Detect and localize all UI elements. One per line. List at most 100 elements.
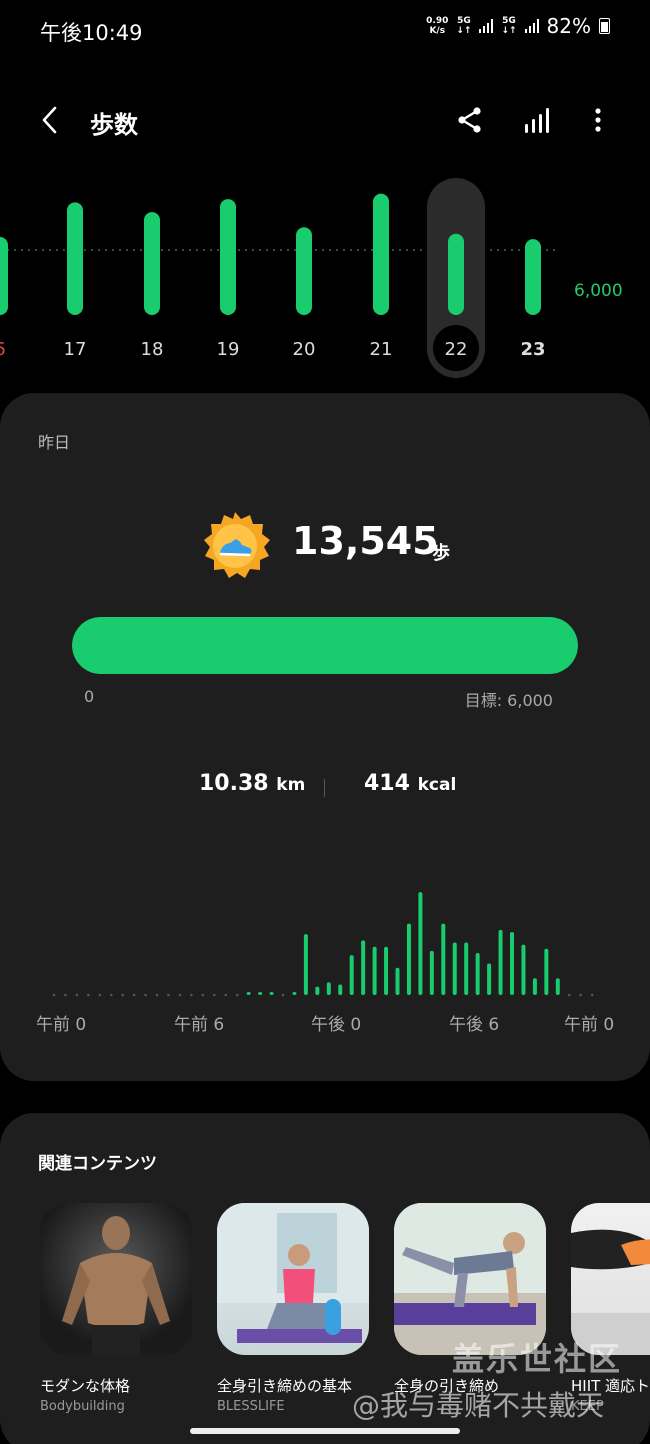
hourly-dot <box>567 993 571 997</box>
hourly-bar <box>464 942 469 995</box>
hourly-label-3: 午後 6 <box>449 1015 500 1035</box>
hourly-bar <box>246 992 251 995</box>
day-label-19[interactable]: 19 <box>217 339 240 360</box>
network-type-1: 5G ↓↑ <box>456 16 472 36</box>
hourly-dot <box>109 993 113 997</box>
related-item-source: Bodybuilding <box>40 1399 125 1414</box>
day-label-22[interactable]: 22 <box>445 339 468 360</box>
day-label-17[interactable]: 17 <box>64 339 87 360</box>
hourly-dot <box>201 993 205 997</box>
hourly-bar <box>303 934 308 995</box>
daily-bar-21[interactable] <box>373 193 389 315</box>
summary-card: 昨日 13,545 歩 0 目標: 6,000 10.38 km 414 kca… <box>0 393 650 1081</box>
steps-unit: 歩 <box>432 543 450 564</box>
hourly-label-4: 午前 0 <box>564 1015 615 1035</box>
app-header: 歩数 <box>0 95 650 150</box>
day-label-23[interactable]: 23 <box>520 339 545 360</box>
watermark-user: @我与毒赌不共戴天 <box>352 1389 605 1422</box>
hourly-bar <box>406 923 411 995</box>
hourly-dot <box>121 993 124 997</box>
hourly-bar <box>372 946 377 995</box>
hourly-dot <box>190 993 193 997</box>
related-item-source: BLESSLIFE <box>217 1399 285 1414</box>
daily-bar-18[interactable] <box>144 212 160 315</box>
hourly-bar <box>532 978 537 995</box>
hourly-label-2: 午後 0 <box>311 1015 362 1035</box>
hourly-bar <box>361 940 366 995</box>
hourly-dot <box>52 993 56 997</box>
page-title: 歩数 <box>90 111 138 139</box>
home-indicator[interactable] <box>190 1428 460 1434</box>
day-label-20[interactable]: 20 <box>293 339 316 360</box>
related-item-hiit[interactable]: HIIT 適応ト KEEP <box>571 1203 650 1414</box>
hourly-bar <box>338 984 343 995</box>
daily-bar-17[interactable] <box>67 202 83 315</box>
hourly-bar <box>315 986 320 995</box>
hourly-bar <box>258 992 263 995</box>
day-label-21[interactable]: 21 <box>370 339 393 360</box>
hourly-dot <box>224 993 228 997</box>
hourly-dot <box>132 993 136 997</box>
battery-percent: 82% <box>546 14 591 38</box>
daily-bar-22[interactable] <box>448 233 464 315</box>
hourly-bar <box>384 946 389 995</box>
hourly-bar <box>452 942 457 995</box>
goal-line-label: 6,000 <box>574 281 623 301</box>
related-item-blesslife[interactable]: 全身引き締めの基本 BLESSLIFE <box>217 1203 369 1414</box>
battery-icon <box>599 18 610 34</box>
hourly-dot <box>281 993 285 997</box>
share-icon[interactable] <box>455 105 485 135</box>
hourly-bar <box>292 992 297 995</box>
hourly-bar <box>326 982 331 995</box>
network-speed: 0.90 K/s <box>426 16 449 36</box>
hourly-dot <box>235 993 239 997</box>
hourly-dot <box>155 993 159 997</box>
day-label-6[interactable]: 6 <box>0 339 6 360</box>
signal-icon <box>479 19 494 33</box>
back-arrow-icon[interactable] <box>36 105 66 135</box>
hourly-bar <box>498 929 503 995</box>
hourly-bar <box>510 932 514 995</box>
calories-stat: 414 kcal <box>364 771 457 796</box>
steps-count: 13,545 <box>292 519 439 563</box>
stat-divider <box>324 779 325 797</box>
hourly-dot <box>213 993 216 997</box>
status-bar: 午後10:49 0.90 K/s 5G ↓↑ 5G ↓↑ 82% <box>0 0 650 60</box>
hourly-dot <box>75 993 79 997</box>
signal-icon-2 <box>524 19 539 33</box>
related-thumbnail <box>394 1203 546 1355</box>
hourly-bar <box>429 950 434 995</box>
goal-progress-bar <box>72 617 578 674</box>
hourly-bar <box>395 967 400 995</box>
goal-achieved-medal-icon <box>204 512 270 578</box>
daily-steps-chart[interactable]: 6 17 18 19 20 21 22 23 6,000 <box>0 175 650 385</box>
more-options-icon[interactable] <box>588 105 608 135</box>
hourly-bar <box>441 923 446 995</box>
watermark-community: 盖乐世社区 <box>452 1340 623 1378</box>
hourly-steps-chart[interactable] <box>0 873 650 1003</box>
hourly-dot <box>98 993 102 997</box>
hourly-bar <box>544 948 549 995</box>
hourly-dot <box>178 993 182 997</box>
distance-stat: 10.38 km <box>199 771 306 796</box>
goal-progress-fill <box>72 617 578 674</box>
hourly-bar <box>418 892 423 995</box>
daily-bar-20[interactable] <box>296 227 312 315</box>
hourly-dot <box>87 993 90 997</box>
trends-chart-icon[interactable] <box>522 105 552 135</box>
related-title: 関連コンテンツ <box>38 1154 157 1174</box>
hourly-dot <box>579 993 582 997</box>
hourly-label-0: 午前 0 <box>36 1015 87 1035</box>
day-label-18[interactable]: 18 <box>141 339 164 360</box>
daily-bar-19[interactable] <box>220 199 236 315</box>
related-item-bodybuilding[interactable]: モダンな体格 Bodybuilding <box>40 1203 192 1414</box>
status-time: 午後10:49 <box>40 21 143 45</box>
status-icons: 0.90 K/s 5G ↓↑ 5G ↓↑ 82% <box>426 14 610 38</box>
hourly-dot <box>167 993 170 997</box>
related-thumbnail <box>571 1203 650 1355</box>
daily-bar-23[interactable] <box>525 239 541 315</box>
progress-goal-label: 目標: 6,000 <box>464 691 553 710</box>
hourly-bar <box>475 953 480 995</box>
related-thumbnail <box>40 1203 192 1355</box>
daily-bar-6[interactable] <box>0 237 8 315</box>
